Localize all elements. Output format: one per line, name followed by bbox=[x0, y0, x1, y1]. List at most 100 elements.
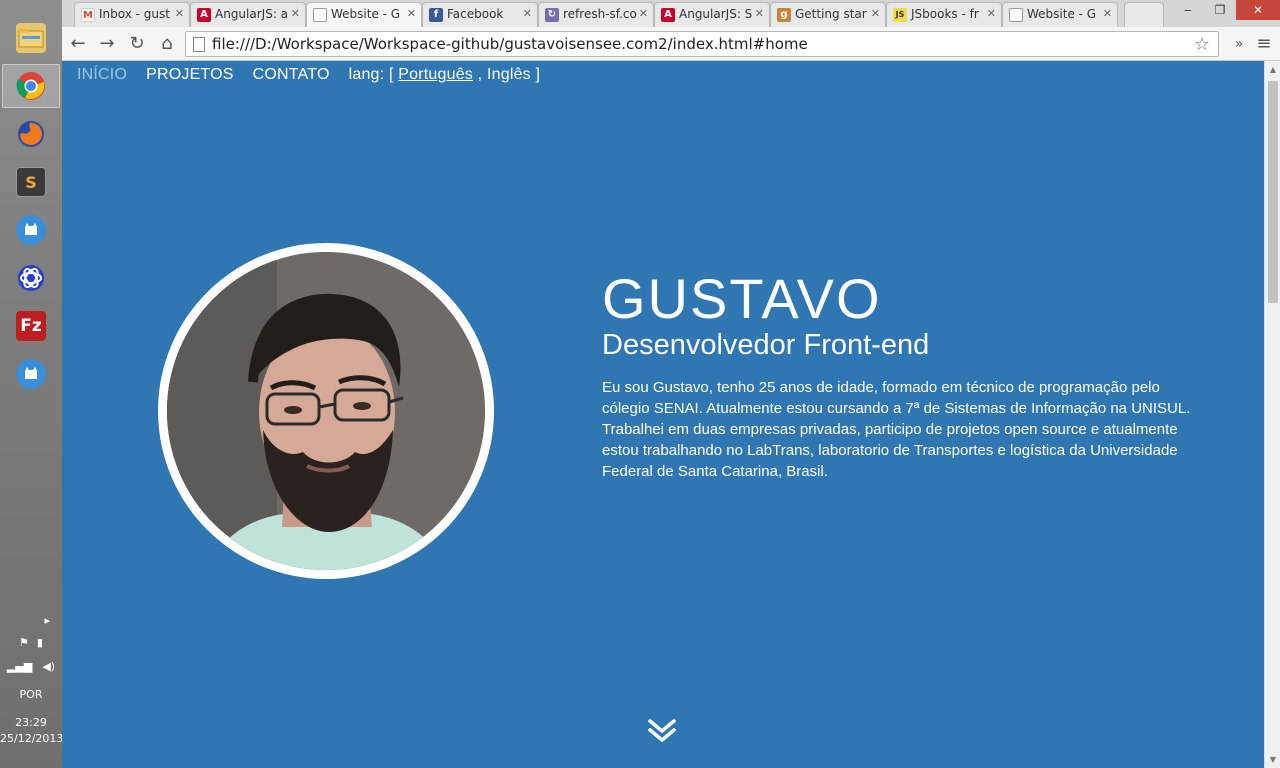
filezilla-icon: Fz bbox=[16, 311, 46, 341]
clock-date[interactable]: 25/12/2013 bbox=[0, 732, 63, 745]
taskbar-app-cat-2[interactable] bbox=[2, 352, 60, 396]
page-icon bbox=[1009, 8, 1023, 22]
lang-ingles[interactable]: Inglês bbox=[487, 66, 531, 83]
tab-label: Website - G bbox=[331, 7, 401, 21]
tab-label: Facebook bbox=[447, 7, 504, 21]
close-icon[interactable]: ✕ bbox=[523, 7, 532, 20]
sublime-icon: S bbox=[16, 167, 46, 197]
window-controls: ‒ ❐ ✕ bbox=[1172, 0, 1280, 22]
minimize-button[interactable]: ‒ bbox=[1172, 0, 1204, 20]
taskbar-file-explorer[interactable] bbox=[2, 16, 60, 60]
close-icon[interactable]: ✕ bbox=[987, 7, 996, 20]
signal-icon[interactable]: ▂▄▆ bbox=[7, 660, 32, 673]
page-icon bbox=[193, 37, 205, 52]
gitbook-icon: g bbox=[777, 8, 791, 22]
folder-icon bbox=[16, 23, 46, 53]
site-nav: INÍCIO PROJETOS CONTATO lang: [ Portuguê… bbox=[77, 66, 540, 84]
nav-projetos[interactable]: PROJETOS bbox=[146, 66, 234, 84]
reload-button[interactable]: ↻ bbox=[125, 33, 149, 55]
tab-7[interactable]: JS JSbooks - fr ✕ bbox=[886, 2, 1002, 27]
js-icon: JS bbox=[893, 8, 907, 22]
lang-portugues[interactable]: Português bbox=[398, 66, 473, 83]
tab-label: AngularJS: a bbox=[215, 7, 289, 21]
page-scrollbar[interactable]: ▲ ▼ bbox=[1264, 61, 1280, 768]
windows-taskbar: S Fz ▸ ⚑ ▮ ▂▄▆ ◀) POR 23:29 25/12/2013 bbox=[0, 0, 63, 768]
tab-4[interactable]: ↻ refresh-sf.co ✕ bbox=[538, 2, 654, 27]
hero-role: Desenvolvedor Front-end bbox=[602, 329, 930, 361]
close-icon[interactable]: ✕ bbox=[755, 7, 764, 20]
ring-icon bbox=[16, 263, 46, 293]
chrome-window: M Inbox - gust ✕ A AngularJS: a ✕ Websit… bbox=[62, 0, 1280, 768]
volume-icon[interactable]: ◀) bbox=[42, 660, 55, 673]
profile-photo bbox=[167, 252, 485, 570]
tab-0[interactable]: M Inbox - gust ✕ bbox=[74, 2, 190, 27]
page-icon bbox=[313, 8, 327, 22]
tab-label: AngularJS: S bbox=[679, 7, 753, 21]
tab-3[interactable]: f Facebook ✕ bbox=[422, 2, 538, 27]
menu-button[interactable]: ≡ bbox=[1252, 33, 1276, 55]
cat-icon bbox=[16, 359, 46, 389]
hero-name: GUSTAVO bbox=[602, 267, 882, 330]
new-tab-button[interactable] bbox=[1124, 2, 1164, 27]
taskbar-sublime-text[interactable]: S bbox=[2, 160, 60, 204]
home-button[interactable]: ⌂ bbox=[155, 33, 179, 55]
tab-label: Getting star bbox=[795, 7, 867, 21]
tray-icons-row-2: ▂▄▆ ◀) bbox=[0, 660, 62, 673]
refresh-icon: ↻ bbox=[545, 8, 559, 22]
tab-label: refresh-sf.co bbox=[563, 7, 637, 21]
tab-label: Website - G bbox=[1027, 7, 1097, 21]
star-icon[interactable]: ☆ bbox=[1194, 34, 1210, 55]
back-button[interactable]: ← bbox=[66, 33, 90, 55]
tab-label: Inbox - gust bbox=[99, 7, 170, 21]
nav-inicio[interactable]: INÍCIO bbox=[77, 66, 127, 84]
browser-toolbar: ← → ↻ ⌂ file:///D:/Workspace/Workspace-g… bbox=[62, 27, 1280, 61]
address-text: file:///D:/Workspace/Workspace-github/gu… bbox=[212, 35, 808, 53]
language-switcher: lang: [ Português , Inglês ] bbox=[349, 66, 541, 84]
tray-expand-icon[interactable]: ▸ bbox=[0, 614, 62, 627]
tab-1[interactable]: A AngularJS: a ✕ bbox=[190, 2, 306, 27]
close-icon[interactable]: ✕ bbox=[291, 7, 300, 20]
maximize-button[interactable]: ❐ bbox=[1204, 0, 1236, 20]
taskbar-filezilla[interactable]: Fz bbox=[2, 304, 60, 348]
tab-8[interactable]: Website - G ✕ bbox=[1002, 2, 1118, 27]
tray-icons-row-1: ⚑ ▮ bbox=[0, 636, 62, 649]
lang-separator: , bbox=[477, 66, 483, 83]
taskbar-app-cat-1[interactable] bbox=[2, 208, 60, 252]
close-window-button[interactable]: ✕ bbox=[1236, 0, 1280, 20]
close-icon[interactable]: ✕ bbox=[871, 7, 880, 20]
close-icon[interactable]: ✕ bbox=[175, 7, 184, 20]
close-icon[interactable]: ✕ bbox=[1103, 7, 1112, 20]
hero-bio: Eu sou Gustavo, tenho 25 anos de idade, … bbox=[602, 379, 1191, 480]
extensions-overflow-button[interactable]: » bbox=[1227, 33, 1251, 55]
network-flag-icon[interactable]: ⚑ bbox=[19, 636, 29, 649]
power-icon[interactable]: ▮ bbox=[37, 636, 43, 649]
angular-icon: A bbox=[661, 8, 675, 22]
tab-strip: M Inbox - gust ✕ A AngularJS: a ✕ Websit… bbox=[62, 0, 1280, 27]
scroll-down-arrow-icon[interactable]: ▼ bbox=[1265, 755, 1280, 764]
tab-label: JSbooks - fr bbox=[911, 7, 979, 21]
taskbar-chrome[interactable] bbox=[2, 64, 60, 108]
nav-contato[interactable]: CONTATO bbox=[253, 66, 330, 84]
scrollbar-thumb[interactable] bbox=[1268, 81, 1278, 303]
tab-2[interactable]: Website - G ✕ bbox=[306, 2, 422, 27]
system-tray: ▸ ⚑ ▮ ▂▄▆ ◀) POR 23:29 25/12/2013 bbox=[0, 608, 63, 768]
clock-time[interactable]: 23:29 bbox=[0, 716, 62, 729]
forward-button[interactable]: → bbox=[95, 33, 119, 55]
taskbar-firefox[interactable] bbox=[2, 112, 60, 156]
page-viewport: INÍCIO PROJETOS CONTATO lang: [ Portuguê… bbox=[62, 61, 1264, 768]
address-bar[interactable]: file:///D:/Workspace/Workspace-github/gu… bbox=[185, 31, 1219, 57]
language-indicator[interactable]: POR bbox=[0, 688, 62, 701]
close-icon[interactable]: ✕ bbox=[407, 7, 416, 20]
gmail-icon: M bbox=[81, 8, 95, 22]
tab-5[interactable]: A AngularJS: S ✕ bbox=[654, 2, 770, 27]
angular-icon: A bbox=[197, 8, 211, 22]
scroll-down-icon[interactable] bbox=[647, 717, 677, 743]
firefox-icon bbox=[16, 119, 46, 149]
taskbar-app-ring[interactable] bbox=[2, 256, 60, 300]
scroll-up-arrow-icon[interactable]: ▲ bbox=[1265, 65, 1280, 74]
tab-6[interactable]: g Getting star ✕ bbox=[770, 2, 886, 27]
cat-icon bbox=[16, 215, 46, 245]
close-icon[interactable]: ✕ bbox=[639, 7, 648, 20]
chrome-icon bbox=[16, 71, 46, 101]
avatar bbox=[158, 243, 494, 579]
